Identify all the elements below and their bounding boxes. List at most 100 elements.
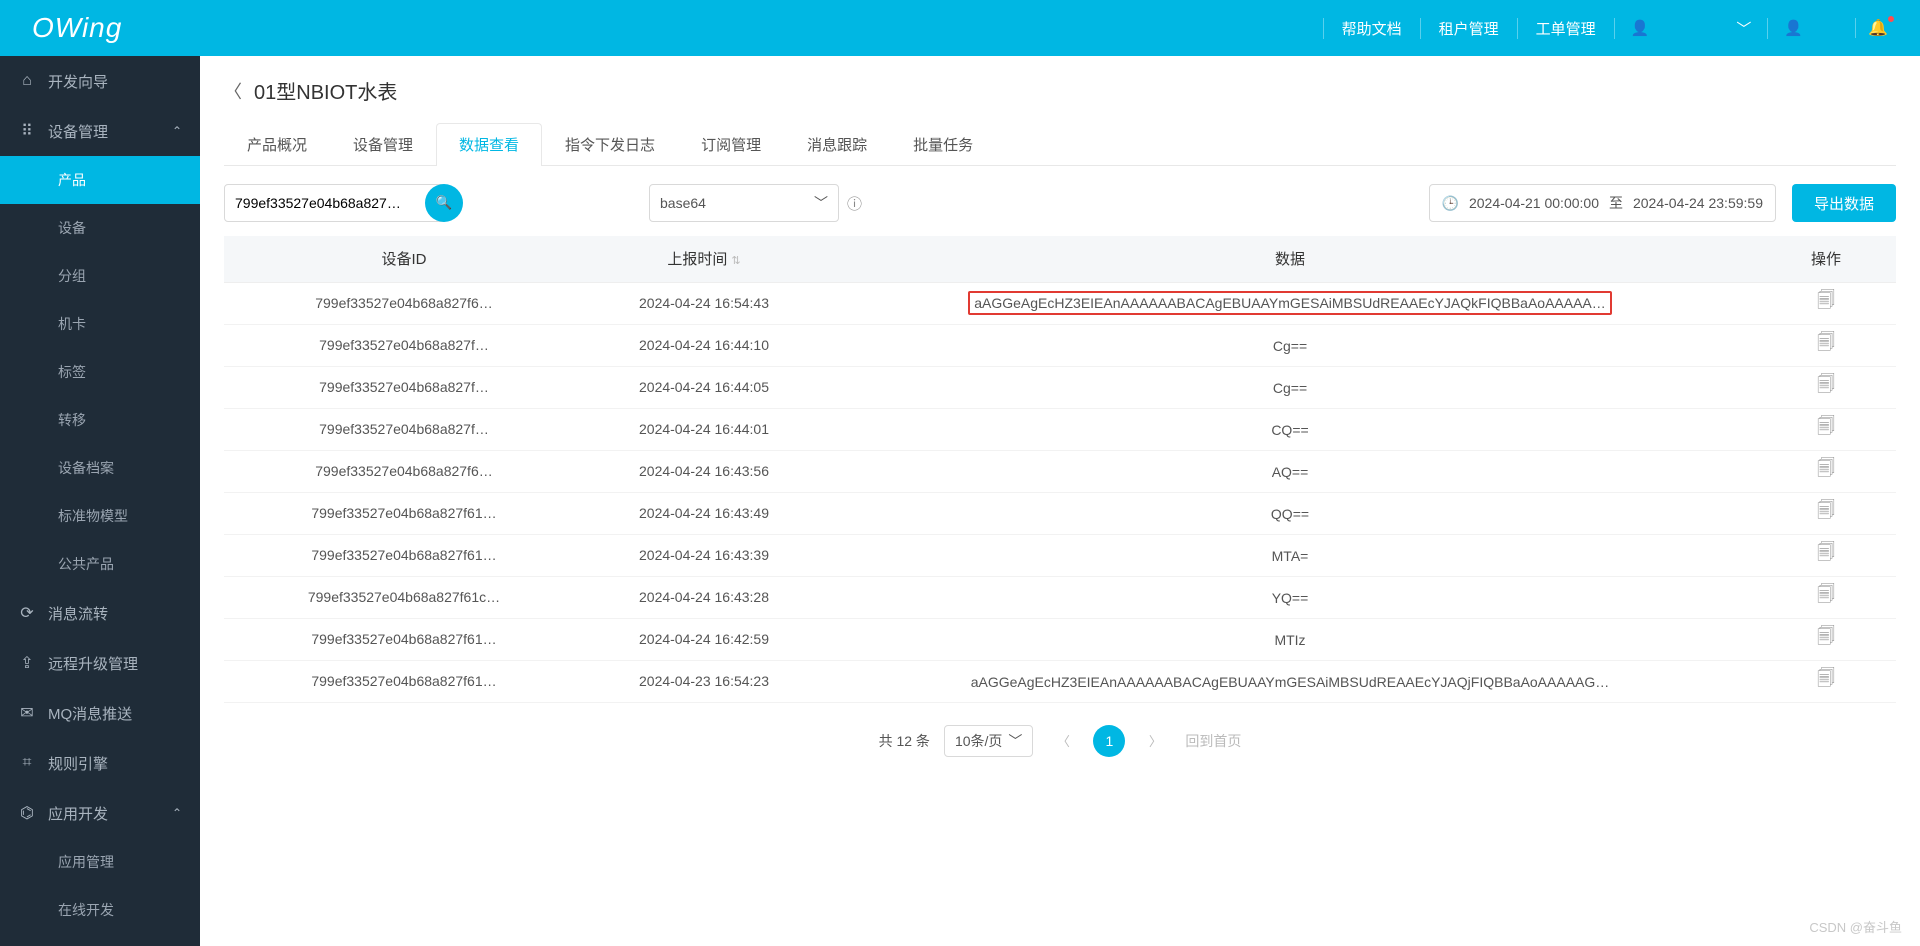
cell-op: 🗐 bbox=[1756, 534, 1896, 576]
sidebar-item-3[interactable]: ⇪远程升级管理 bbox=[0, 638, 200, 688]
sidebar-sub-1-4[interactable]: 标签 bbox=[0, 348, 200, 396]
cell-time: 2024-04-24 16:44:10 bbox=[584, 324, 824, 366]
view-detail-icon[interactable]: 🗐 bbox=[1817, 626, 1835, 646]
sidebar-sub-1-3[interactable]: 机卡 bbox=[0, 300, 200, 348]
sidebar-sub-1-6[interactable]: 设备档案 bbox=[0, 444, 200, 492]
sidebar-item-4[interactable]: ✉ MQ消息推送 bbox=[0, 688, 200, 738]
user-icon: 👤 bbox=[1784, 19, 1803, 37]
cell-id: 799ef33527e04b68a827f61c… bbox=[224, 576, 584, 618]
header-user-2[interactable]: 👤 bbox=[1767, 18, 1855, 39]
header-link-ticket[interactable]: 工单管理 bbox=[1517, 18, 1614, 39]
page-1[interactable]: 1 bbox=[1093, 725, 1125, 757]
sidebar-sub-1-8[interactable]: 公共产品 bbox=[0, 540, 200, 588]
header-link-tenant[interactable]: 租户管理 bbox=[1420, 18, 1517, 39]
header-link-help[interactable]: 帮助文档 bbox=[1323, 18, 1420, 39]
sidebar-sub-1-1[interactable]: 设备 bbox=[0, 204, 200, 252]
menu-icon: ✉ bbox=[18, 703, 36, 723]
header-user-1[interactable]: 👤 ﹀ bbox=[1614, 18, 1768, 39]
cell-data: aAGGeAgEcHZ3EIEAnAAAAAABACAgEBUAAYmGESAi… bbox=[824, 660, 1756, 702]
cell-time: 2024-04-24 16:42:59 bbox=[584, 618, 824, 660]
sidebar-sub-6-2[interactable]: API在线文档 bbox=[0, 934, 200, 946]
back-button[interactable]: 〈 bbox=[224, 78, 242, 104]
tab-6[interactable]: 批量任务 bbox=[890, 123, 996, 165]
sidebar-sub-6-1[interactable]: 在线开发 bbox=[0, 886, 200, 934]
sidebar-item-1[interactable]: ⠿设备管理⌃ bbox=[0, 106, 200, 156]
date-range-picker[interactable]: 🕒 2024-04-21 00:00:00 至 2024-04-24 23:59… bbox=[1429, 184, 1776, 222]
view-detail-icon[interactable]: 🗐 bbox=[1817, 290, 1835, 310]
cell-op: 🗐 bbox=[1756, 618, 1896, 660]
search-icon: 🔍 bbox=[436, 195, 453, 211]
notification-bell[interactable]: 🔔 bbox=[1855, 18, 1900, 38]
encoding-select[interactable]: base64 ﹀ bbox=[649, 184, 839, 222]
table-row: 799ef33527e04b68a827f…2024-04-24 16:44:0… bbox=[224, 408, 1896, 450]
table-row: 799ef33527e04b68a827f…2024-04-24 16:44:1… bbox=[224, 324, 1896, 366]
notification-dot bbox=[1888, 16, 1894, 22]
sidebar-sub-1-0[interactable]: 产品 bbox=[0, 156, 200, 204]
view-detail-icon[interactable]: 🗐 bbox=[1817, 374, 1835, 394]
sidebar-sub-1-2[interactable]: 分组 bbox=[0, 252, 200, 300]
cell-id: 799ef33527e04b68a827f6… bbox=[224, 450, 584, 492]
table-row: 799ef33527e04b68a827f6…2024-04-24 16:43:… bbox=[224, 450, 1896, 492]
sidebar-label: 应用开发 bbox=[48, 803, 108, 824]
sidebar-item-6[interactable]: ⌬应用开发⌃ bbox=[0, 788, 200, 838]
cell-id: 799ef33527e04b68a827f61… bbox=[224, 492, 584, 534]
view-detail-icon[interactable]: 🗐 bbox=[1817, 668, 1835, 688]
tabs: 产品概况设备管理数据查看指令下发日志订阅管理消息跟踪批量任务 bbox=[224, 123, 1896, 166]
table-row: 799ef33527e04b68a827f…2024-04-24 16:44:0… bbox=[224, 366, 1896, 408]
view-detail-icon[interactable]: 🗐 bbox=[1817, 500, 1835, 520]
total-text: 共 12 条 bbox=[879, 731, 930, 751]
table-row: 799ef33527e04b68a827f61c…2024-04-24 16:4… bbox=[224, 576, 1896, 618]
tab-2[interactable]: 数据查看 bbox=[436, 123, 542, 166]
search-input[interactable] bbox=[224, 184, 444, 222]
tab-0[interactable]: 产品概况 bbox=[224, 123, 330, 165]
encoding-select-wrap: base64 ﹀ ⓘ bbox=[649, 184, 862, 222]
menu-icon: ⠿ bbox=[18, 121, 36, 141]
cell-time: 2024-04-24 16:43:56 bbox=[584, 450, 824, 492]
sidebar-label: MQ消息推送 bbox=[48, 703, 132, 724]
sidebar-sub-6-0[interactable]: 应用管理 bbox=[0, 838, 200, 886]
sidebar-item-0[interactable]: ⌂开发向导 bbox=[0, 56, 200, 106]
user-name-2 bbox=[1809, 18, 1839, 39]
search-button[interactable]: 🔍 bbox=[425, 184, 463, 222]
chevron-icon: ⌃ bbox=[172, 124, 182, 138]
view-detail-icon[interactable]: 🗐 bbox=[1817, 416, 1835, 436]
sidebar-sub-1-7[interactable]: 标准物模型 bbox=[0, 492, 200, 540]
cell-time: 2024-04-24 16:43:28 bbox=[584, 576, 824, 618]
tab-3[interactable]: 指令下发日志 bbox=[542, 123, 678, 165]
bell-icon: 🔔 bbox=[1868, 20, 1888, 37]
cell-data: QQ== bbox=[824, 492, 1756, 534]
table-row: 799ef33527e04b68a827f6…2024-04-24 16:54:… bbox=[224, 282, 1896, 324]
page-size-select[interactable]: 10条/页 ﹀ bbox=[944, 725, 1033, 757]
sort-icon: ⇅ bbox=[731, 255, 740, 267]
cell-id: 799ef33527e04b68a827f61… bbox=[224, 534, 584, 576]
cell-time: 2024-04-24 16:44:05 bbox=[584, 366, 824, 408]
view-detail-icon[interactable]: 🗐 bbox=[1817, 332, 1835, 352]
back-home-link[interactable]: 回到首页 bbox=[1185, 731, 1241, 751]
chevron-down-icon: ﹀ bbox=[1008, 731, 1022, 751]
tab-4[interactable]: 订阅管理 bbox=[678, 123, 784, 165]
col-time[interactable]: 上报时间 ⇅ bbox=[584, 236, 824, 282]
menu-icon: ⌬ bbox=[18, 803, 36, 823]
clock-icon: 🕒 bbox=[1442, 195, 1459, 212]
view-detail-icon[interactable]: 🗐 bbox=[1817, 584, 1835, 604]
table-row: 799ef33527e04b68a827f61…2024-04-24 16:42… bbox=[224, 618, 1896, 660]
sidebar-sub-1-5[interactable]: 转移 bbox=[0, 396, 200, 444]
export-button[interactable]: 导出数据 bbox=[1792, 184, 1896, 222]
view-detail-icon[interactable]: 🗐 bbox=[1817, 542, 1835, 562]
col-time-label: 上报时间 bbox=[667, 251, 727, 268]
view-detail-icon[interactable]: 🗐 bbox=[1817, 458, 1835, 478]
sidebar-item-5[interactable]: ⌗规则引擎 bbox=[0, 738, 200, 788]
page-title: 01型NBIOT水表 bbox=[254, 76, 397, 105]
sidebar-item-2[interactable]: ⟳消息流转 bbox=[0, 588, 200, 638]
data-table: 设备ID 上报时间⇅ 数据 操作 799ef33527e04b68a827f6…… bbox=[224, 236, 1896, 703]
prev-page[interactable]: 〈 bbox=[1047, 725, 1079, 757]
search-wrap: 🔍 bbox=[224, 184, 463, 222]
tab-1[interactable]: 设备管理 bbox=[330, 123, 436, 165]
user-icon: 👤 bbox=[1631, 19, 1650, 37]
tab-5[interactable]: 消息跟踪 bbox=[784, 123, 890, 165]
info-icon[interactable]: ⓘ bbox=[847, 193, 862, 214]
pagination: 共 12 条 10条/页 ﹀ 〈 1 〉 回到首页 bbox=[224, 725, 1896, 757]
next-page[interactable]: 〉 bbox=[1139, 725, 1171, 757]
cell-data: AQ== bbox=[824, 450, 1756, 492]
chevron-down-icon: ﹀ bbox=[1736, 18, 1751, 39]
